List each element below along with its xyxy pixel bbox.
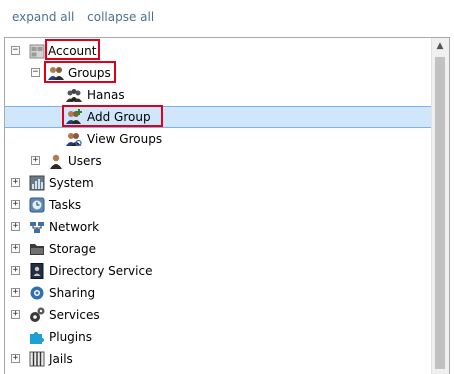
tree-item-label: Plugins <box>49 330 92 344</box>
scroll-up-arrow-icon[interactable]: ▲ <box>432 38 448 55</box>
tree-item-system[interactable]: + System <box>5 172 432 194</box>
tree-item-users[interactable]: + Users <box>5 150 432 172</box>
tree-item-jails[interactable]: + Jails <box>5 348 432 370</box>
tree-item-storage[interactable]: + Storage <box>5 238 432 260</box>
highlight-add-group <box>62 105 163 127</box>
tree-item-label: Hanas <box>87 88 125 102</box>
vertical-scrollbar[interactable]: ▲ <box>431 38 449 374</box>
user-icon <box>50 154 62 169</box>
tree-item-services[interactable]: + Services <box>5 304 432 326</box>
group-members-icon <box>66 89 82 102</box>
tree-item-label: Directory Service <box>49 264 153 278</box>
highlight-groups <box>44 61 116 83</box>
tree-item-label: Users <box>68 154 102 168</box>
expand-toggle[interactable]: + <box>11 178 20 187</box>
tree-item-network[interactable]: + Network <box>5 216 432 238</box>
tree-item-label: View Groups <box>87 132 163 146</box>
expand-all-link[interactable]: expand all <box>12 10 74 24</box>
tree-item-label: Sharing <box>49 286 96 300</box>
jails-icon <box>29 351 45 367</box>
tree-item-label: Tasks <box>49 198 82 212</box>
view-groups-icon <box>66 133 82 147</box>
expand-toggle[interactable]: + <box>11 244 20 253</box>
account-icon <box>29 44 45 59</box>
collapse-all-link[interactable]: collapse all <box>87 10 154 24</box>
tree-item-label: Jails <box>49 352 73 366</box>
expand-toggle[interactable]: + <box>11 200 20 209</box>
services-gear-icon <box>30 307 45 322</box>
directory-service-icon <box>30 263 44 279</box>
tree-item-label: Services <box>49 308 100 322</box>
tree-item-tasks[interactable]: + Tasks <box>5 194 432 216</box>
tree-item-sharing[interactable]: + Sharing <box>5 282 432 304</box>
system-icon <box>29 175 45 191</box>
sharing-icon <box>30 286 44 300</box>
tasks-icon <box>29 197 45 213</box>
expand-toggle[interactable]: + <box>11 354 20 363</box>
highlight-account <box>45 39 100 60</box>
collapse-toggle[interactable]: − <box>31 68 40 77</box>
tree-toolbar: expand all collapse all <box>12 10 163 24</box>
tree-item-label: Storage <box>49 242 96 256</box>
tree-item-label: Network <box>49 220 100 234</box>
expand-toggle[interactable]: + <box>11 288 20 297</box>
expand-toggle[interactable]: + <box>11 222 20 231</box>
plugins-puzzle-icon <box>30 332 44 344</box>
scroll-thumb[interactable] <box>435 57 445 369</box>
tree-item-directory-service[interactable]: + Directory Service <box>5 260 432 282</box>
tree-item-view-groups[interactable]: View Groups <box>5 128 432 150</box>
storage-icon <box>30 244 44 255</box>
tree-item-plugins[interactable]: Plugins <box>5 326 432 348</box>
collapse-toggle[interactable]: − <box>11 46 20 55</box>
expand-toggle[interactable]: + <box>31 156 40 165</box>
tree-item-label: System <box>49 176 94 190</box>
expand-toggle[interactable]: + <box>11 266 20 275</box>
network-icon <box>30 222 44 233</box>
expand-toggle[interactable]: + <box>11 310 20 319</box>
navigation-tree: − Account − Groups Hanas Add Group View … <box>4 37 450 374</box>
tree-item-hanas[interactable]: Hanas <box>5 84 432 106</box>
